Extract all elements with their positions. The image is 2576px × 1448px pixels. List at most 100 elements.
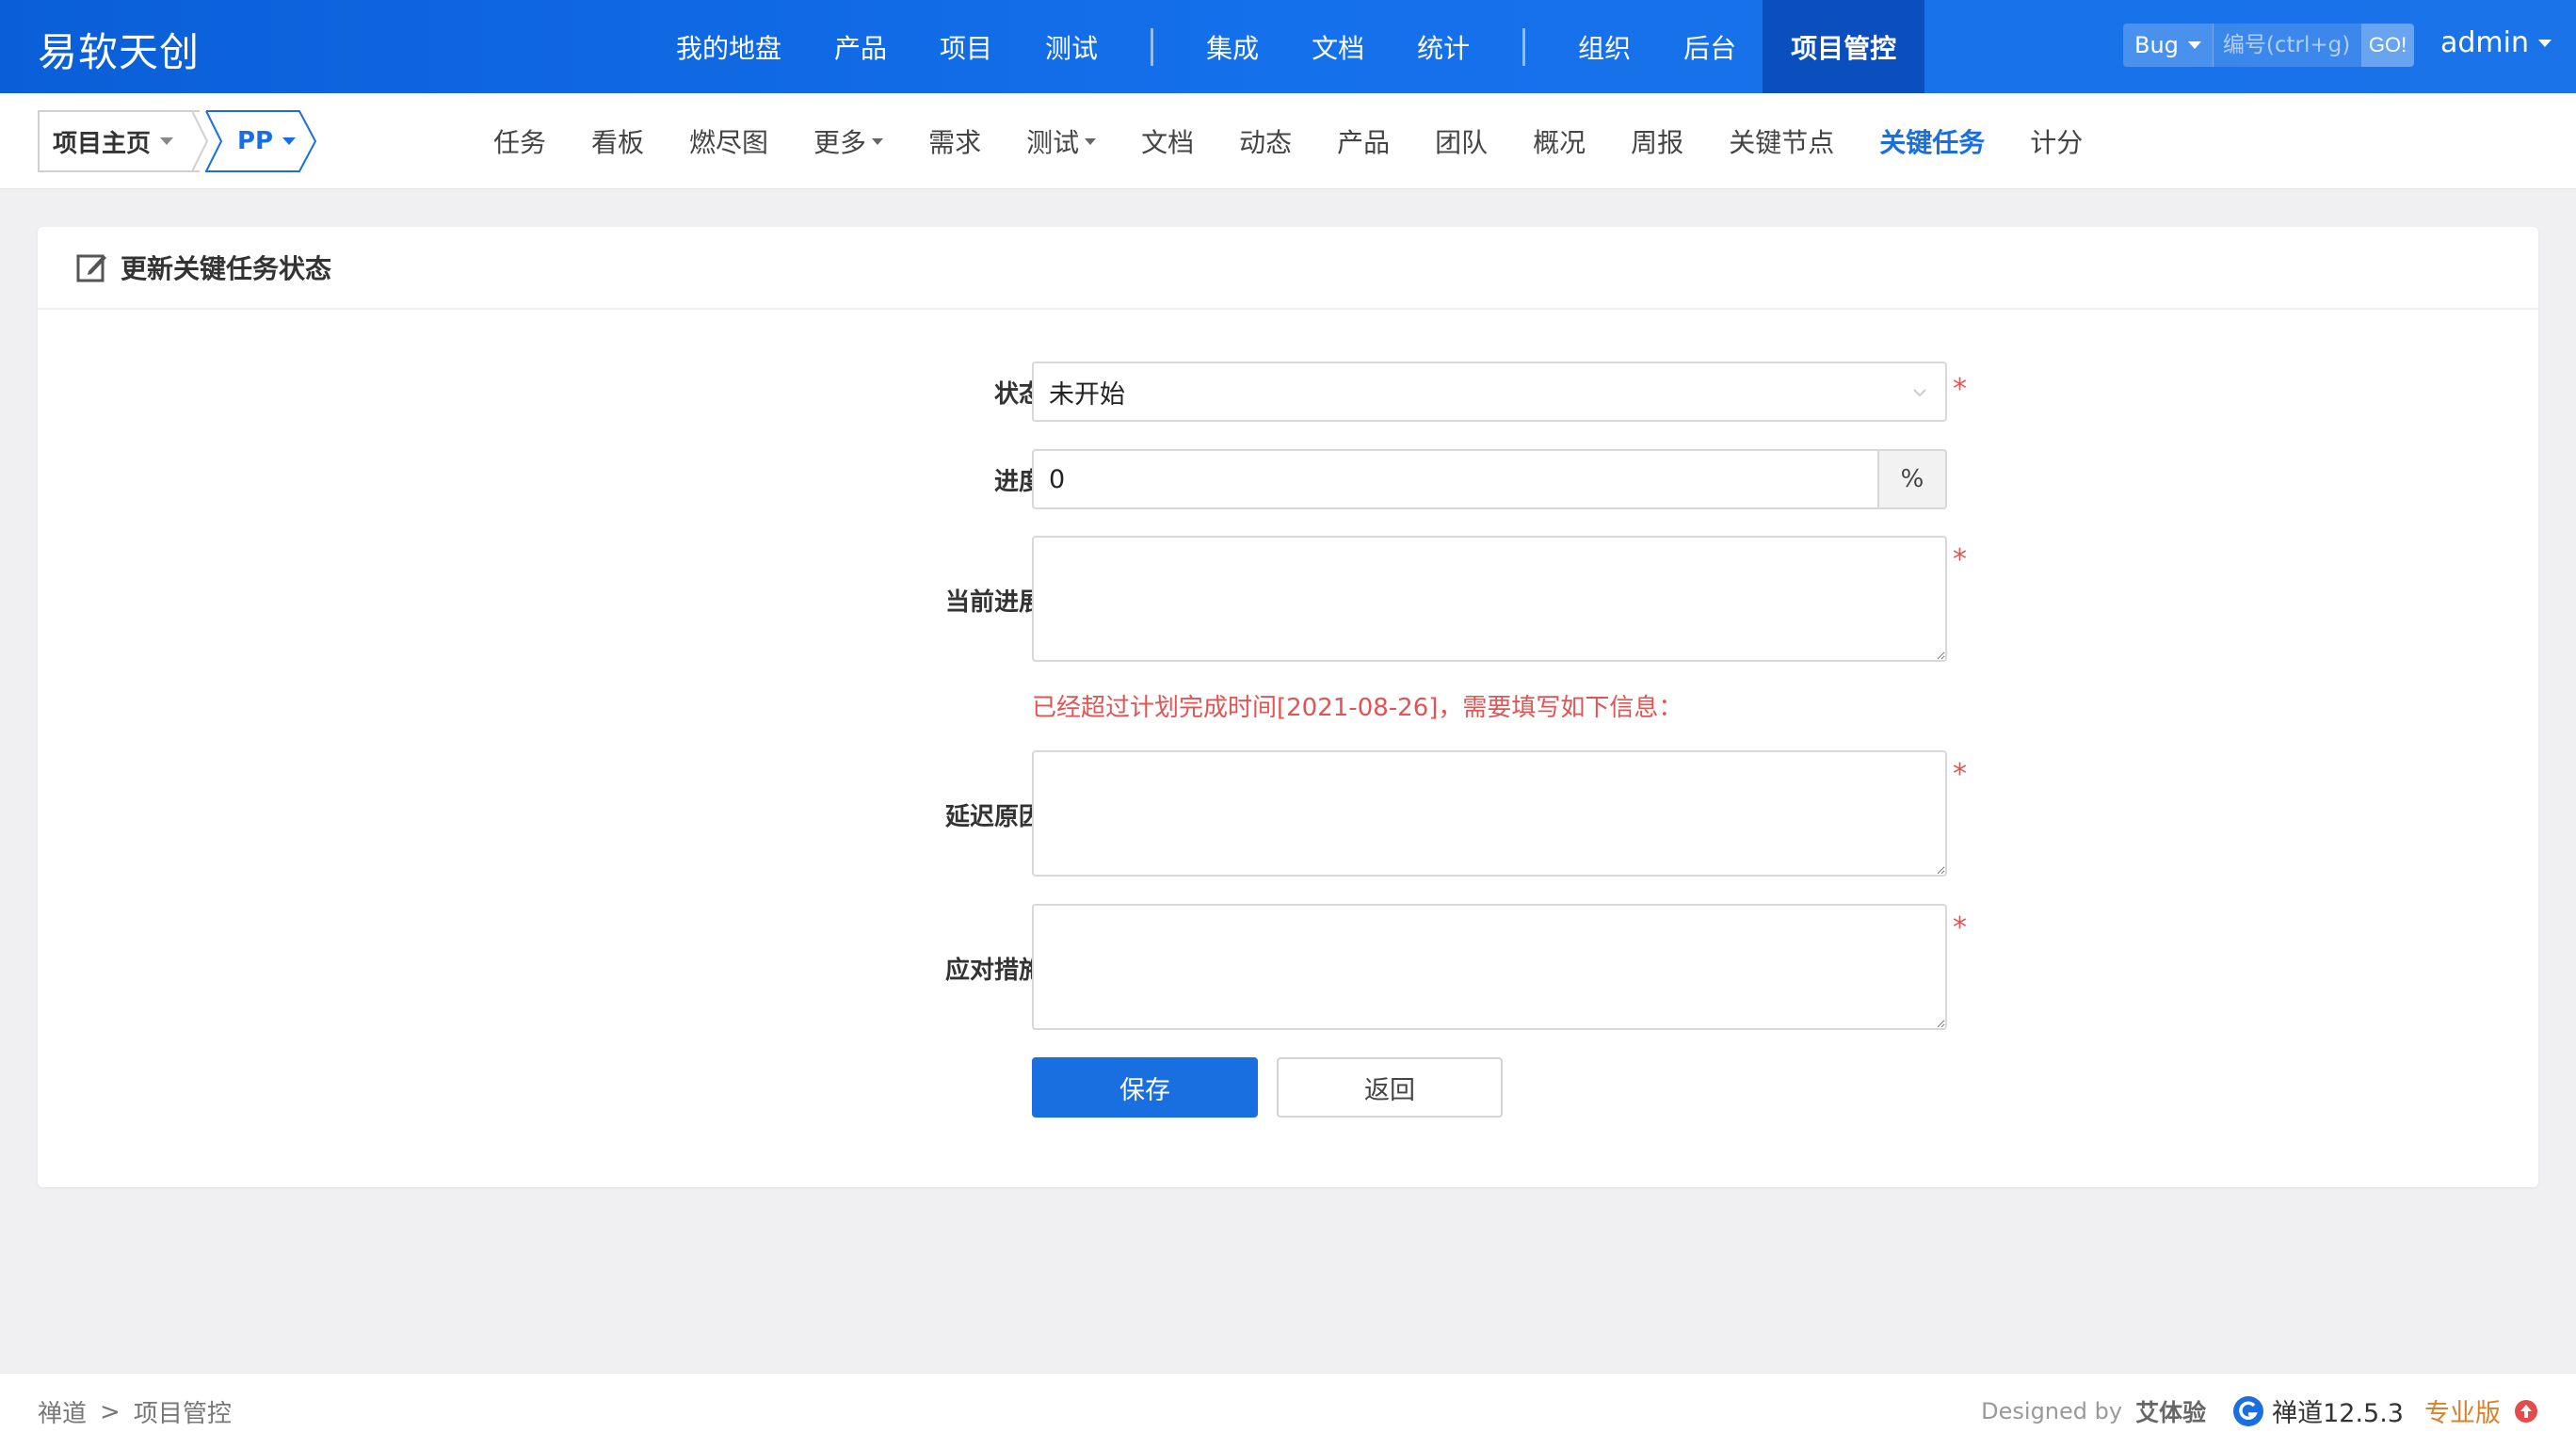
- status-value: 未开始: [1049, 379, 1125, 410]
- status-select[interactable]: 未开始: [1032, 362, 1947, 422]
- tab-label: 关键节点: [1729, 127, 1835, 158]
- required-mark: *: [1953, 758, 1967, 791]
- brand-logo[interactable]: 易软天创: [38, 21, 200, 78]
- tab-score[interactable]: 计分: [2007, 122, 2105, 160]
- tab-label: 文档: [1141, 127, 1195, 158]
- nav-my[interactable]: 我的地盘: [650, 0, 808, 93]
- tab-dynamic[interactable]: 动态: [1216, 122, 1314, 160]
- crumb-project-switch[interactable]: PP: [209, 110, 314, 172]
- version-text: 禅道12.5.3: [2272, 1399, 2404, 1428]
- delay-reason-textarea[interactable]: [1032, 750, 1947, 877]
- form-panel: 更新关键任务状态 状态 未开始 * 进度 % 当前进展 * 已经超过计划完成时间…: [38, 227, 2538, 1187]
- back-button[interactable]: 返回: [1277, 1057, 1503, 1118]
- chevron-down-icon: [160, 137, 174, 145]
- percent-addon: %: [1877, 449, 1947, 509]
- nav-stats[interactable]: 统计: [1391, 0, 1496, 93]
- tab-task[interactable]: 任务: [471, 122, 569, 160]
- page-title: 更新关键任务状态: [121, 253, 332, 284]
- tab-team[interactable]: 团队: [1412, 122, 1510, 160]
- tab-label: 测试: [1026, 127, 1080, 158]
- nav-divider: [1522, 27, 1526, 66]
- top-header: 易软天创 我的地盘 产品 项目 测试 集成 文档 统计 组织 后台 项目管控 B…: [0, 0, 2576, 93]
- tab-story[interactable]: 需求: [906, 122, 1004, 160]
- tab-label: 燃尽图: [689, 127, 769, 158]
- progress-input[interactable]: [1032, 449, 1877, 509]
- tab-label: 动态: [1239, 127, 1293, 158]
- tab-label: 概况: [1533, 127, 1586, 158]
- user-menu[interactable]: admin: [2440, 26, 2552, 59]
- search-input[interactable]: [2212, 24, 2361, 67]
- main-nav: 我的地盘 产品 项目 测试 集成 文档 统计 组织 后台 项目管控: [650, 0, 1925, 93]
- tab-key-task[interactable]: 关键任务: [1857, 122, 2007, 160]
- tab-product[interactable]: 产品: [1314, 122, 1412, 160]
- footer-crumb-current[interactable]: 项目管控: [134, 1394, 232, 1429]
- measures-label: 应对措施: [944, 957, 1043, 985]
- tab-test[interactable]: 测试: [1004, 122, 1119, 160]
- delay-reason-wrap: [1032, 750, 1947, 877]
- tab-kanban[interactable]: 看板: [569, 122, 667, 160]
- user-name: admin: [2440, 26, 2529, 59]
- tab-label: 产品: [1337, 127, 1391, 158]
- measures-wrap: [1032, 904, 1947, 1030]
- tab-label: 团队: [1435, 127, 1489, 158]
- upgrade-icon[interactable]: [2514, 1399, 2538, 1424]
- overdue-warning: 已经超过计划完成时间[2021-08-26]，需要填写如下信息：: [1032, 694, 1683, 722]
- crumb-project-home[interactable]: 项目主页: [38, 110, 200, 172]
- tab-milestone[interactable]: 关键节点: [1706, 122, 1857, 160]
- designed-by-text: Designed by: [1981, 1397, 2123, 1424]
- zentao-logo-icon: [2233, 1395, 2264, 1426]
- footer-meta: Designed by 艾体验 禅道12.5.3 专业版: [1981, 1392, 2538, 1429]
- nav-doc[interactable]: 文档: [1285, 0, 1391, 93]
- footer-crumb-sep: >: [100, 1397, 121, 1426]
- delay-reason-row: 延迟原因 *: [38, 750, 2538, 877]
- search-go-button[interactable]: GO!: [2360, 24, 2415, 67]
- tab-label: 看板: [591, 127, 645, 158]
- crumb-project-label: PP: [237, 127, 274, 155]
- save-button[interactable]: 保存: [1032, 1057, 1258, 1118]
- current-progress-wrap: [1032, 536, 1947, 662]
- crumb-home-label: 项目主页: [53, 129, 152, 158]
- required-mark: *: [1953, 911, 1967, 944]
- footer: 禅道 > 项目管控 Designed by 艾体验 禅道12.5.3 专业版: [0, 1373, 2576, 1448]
- chevron-down-icon: [1913, 389, 1926, 397]
- chevron-down-icon: [2538, 39, 2552, 47]
- nav-divider: [1151, 27, 1154, 66]
- measures-row: 应对措施 *: [38, 904, 2538, 1030]
- required-mark: *: [1953, 373, 1967, 406]
- nav-project[interactable]: 项目: [913, 0, 1019, 93]
- nav-org[interactable]: 组织: [1552, 0, 1657, 93]
- footer-breadcrumb: 禅道 > 项目管控: [38, 1394, 232, 1429]
- tab-label: 更多: [813, 127, 867, 158]
- tab-more[interactable]: 更多: [791, 122, 906, 160]
- subnav-tabs: 任务 看板 燃尽图 更多 需求 测试 文档 动态 产品 团队 概况 周报 关键节…: [471, 93, 2105, 189]
- status-row: 状态 未开始 *: [38, 362, 2538, 422]
- tab-label: 周报: [1631, 127, 1684, 158]
- delay-reason-label: 延迟原因: [944, 803, 1043, 831]
- current-progress-textarea[interactable]: [1032, 536, 1947, 662]
- footer-crumb-root[interactable]: 禅道: [38, 1394, 87, 1429]
- nav-project-control[interactable]: 项目管控: [1763, 0, 1925, 93]
- current-progress-row: 当前进展 *: [38, 536, 2538, 662]
- edition-link[interactable]: 专业版: [2424, 1392, 2501, 1429]
- zentao-version-link[interactable]: 禅道12.5.3: [2232, 1392, 2404, 1429]
- nav-admin[interactable]: 后台: [1657, 0, 1763, 93]
- tab-label: 任务: [493, 127, 547, 158]
- nav-test[interactable]: 测试: [1019, 0, 1124, 93]
- tab-burndown[interactable]: 燃尽图: [667, 122, 791, 160]
- edit-icon: [76, 254, 106, 282]
- tab-label: 关键任务: [1879, 127, 1986, 158]
- chevron-down-icon: [1085, 137, 1097, 145]
- nav-product[interactable]: 产品: [808, 0, 913, 93]
- current-progress-label: 当前进展: [944, 588, 1043, 617]
- search-type-dropdown[interactable]: Bug: [2123, 24, 2213, 67]
- tab-overview[interactable]: 概况: [1510, 122, 1608, 160]
- panel-header: 更新关键任务状态: [38, 227, 2538, 310]
- progress-row: 进度 %: [38, 449, 2538, 509]
- measures-textarea[interactable]: [1032, 904, 1947, 1030]
- nav-integration[interactable]: 集成: [1180, 0, 1285, 93]
- tab-weekly[interactable]: 周报: [1608, 122, 1706, 160]
- tab-doc[interactable]: 文档: [1119, 122, 1216, 160]
- tab-label: 需求: [928, 127, 982, 158]
- designer-link[interactable]: 艾体验: [2135, 1394, 2206, 1428]
- chevron-down-icon: [282, 137, 297, 145]
